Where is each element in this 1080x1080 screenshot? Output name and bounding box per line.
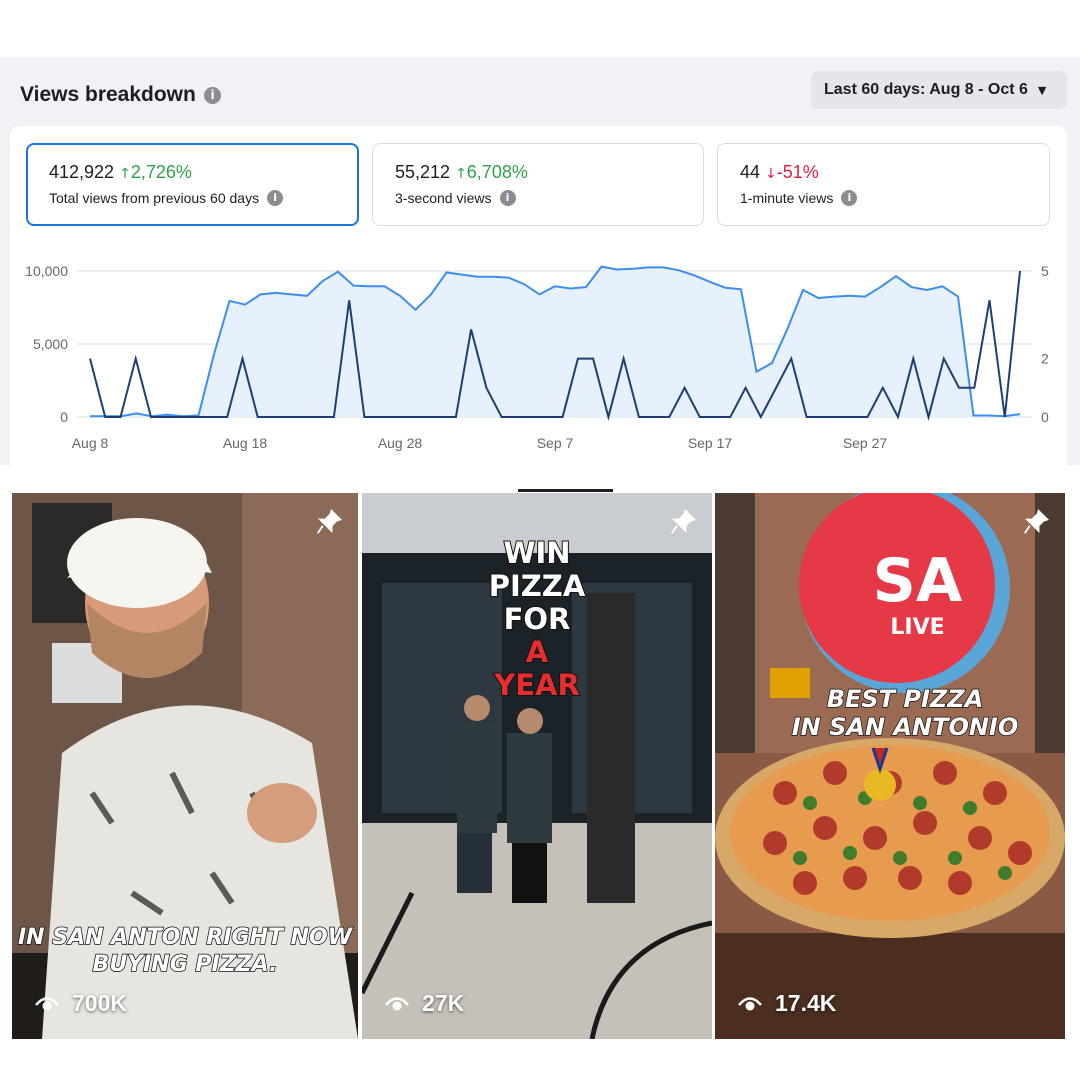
pin-icon[interactable] [668,507,698,537]
arrow-up-icon: ↑ [455,166,467,182]
eye-icon [35,996,59,1010]
y-right-tick-label: 5 [1041,263,1049,279]
y-left-tick-label: 10,000 [25,263,68,279]
x-tick-label: Aug 18 [223,435,268,451]
video-caption: BEST PIZZA IN SAN ANTONIO [791,684,1019,742]
info-icon[interactable]: i [499,190,516,207]
x-tick-label: Sep 17 [688,435,733,451]
date-range-dropdown[interactable]: Last 60 days: Aug 8 - Oct 6 ▼ [811,71,1067,109]
y-right-tick-label: 2 [1041,351,1049,367]
metric-card-1-minute-views[interactable]: 44 ↓-51% 1-minute views i [717,143,1050,226]
video-overlay-text: WIN PIZZA FOR A YEAR [488,536,587,703]
eye-icon [385,996,409,1010]
arrow-down-icon: ↓ [765,166,777,182]
video-caption: IN SAN ANTON RIGHT NOW BUYING PIZZA. [17,924,353,978]
sa-live-logo: SA [872,546,963,616]
y-left-tick-label: 5,000 [33,336,68,352]
metric-value: 44 [740,162,761,182]
metric-card-total-views[interactable]: 412,922 ↑2,726% Total views from previous… [26,143,359,226]
views-line-chart: 10,0005,0000520Aug 8 Aug 18 Aug 28 Sep 7 Sep… [25,263,1049,451]
sa-live-logo-sub: LIVE [890,615,945,640]
x-tick-label: Sep 7 [537,435,574,451]
view-count: 27K [384,990,464,1017]
video-tile-1[interactable]: IN SAN ANTON RIGHT NOW BUYING PIZZA. 700… [12,493,358,1039]
metric-change: 2,726% [130,162,192,182]
view-count: 700K [34,990,127,1017]
arrow-up-icon: ↑ [119,166,131,182]
x-tick-label: Aug 28 [378,435,423,451]
x-tick-label: Sep 27 [843,435,888,451]
y-right-tick-label: 0 [1041,409,1049,425]
info-icon[interactable]: i [841,190,858,207]
x-tick-label: Aug 8 [72,435,109,451]
pin-icon[interactable] [1021,507,1051,537]
page-title: Views breakdown [20,83,196,106]
metric-card-3-second-views[interactable]: 55,212 ↑6,708% 3-second views i [372,143,704,226]
view-count: 17.4K [737,990,836,1017]
info-icon[interactable]: i [204,87,221,104]
scroll-indicator [518,489,613,492]
metric-change: 6,708% [466,162,528,182]
metric-label: 1-minute views [740,190,834,206]
metric-change: -51% [776,162,819,182]
video-tile-2[interactable]: WIN PIZZA FOR A YEAR 27K [362,493,712,1039]
metric-label: Total views from previous 60 days [49,190,260,206]
area-series-fill [90,266,1020,417]
metric-label: 3-second views [395,190,492,206]
metric-value: 55,212 [395,162,451,182]
date-range-label: Last 60 days: Aug 8 - Oct 6 [824,81,1028,98]
caret-down-icon: ▼ [1037,83,1047,97]
pin-icon[interactable] [314,507,344,537]
metric-value: 412,922 [49,162,115,182]
info-icon[interactable]: i [267,190,284,207]
eye-icon [738,996,762,1010]
video-tile-3[interactable]: SA LIVE BEST PIZZA IN SAN ANTONIO 17.4K [715,493,1065,1039]
y-left-tick-label: 0 [60,409,68,425]
